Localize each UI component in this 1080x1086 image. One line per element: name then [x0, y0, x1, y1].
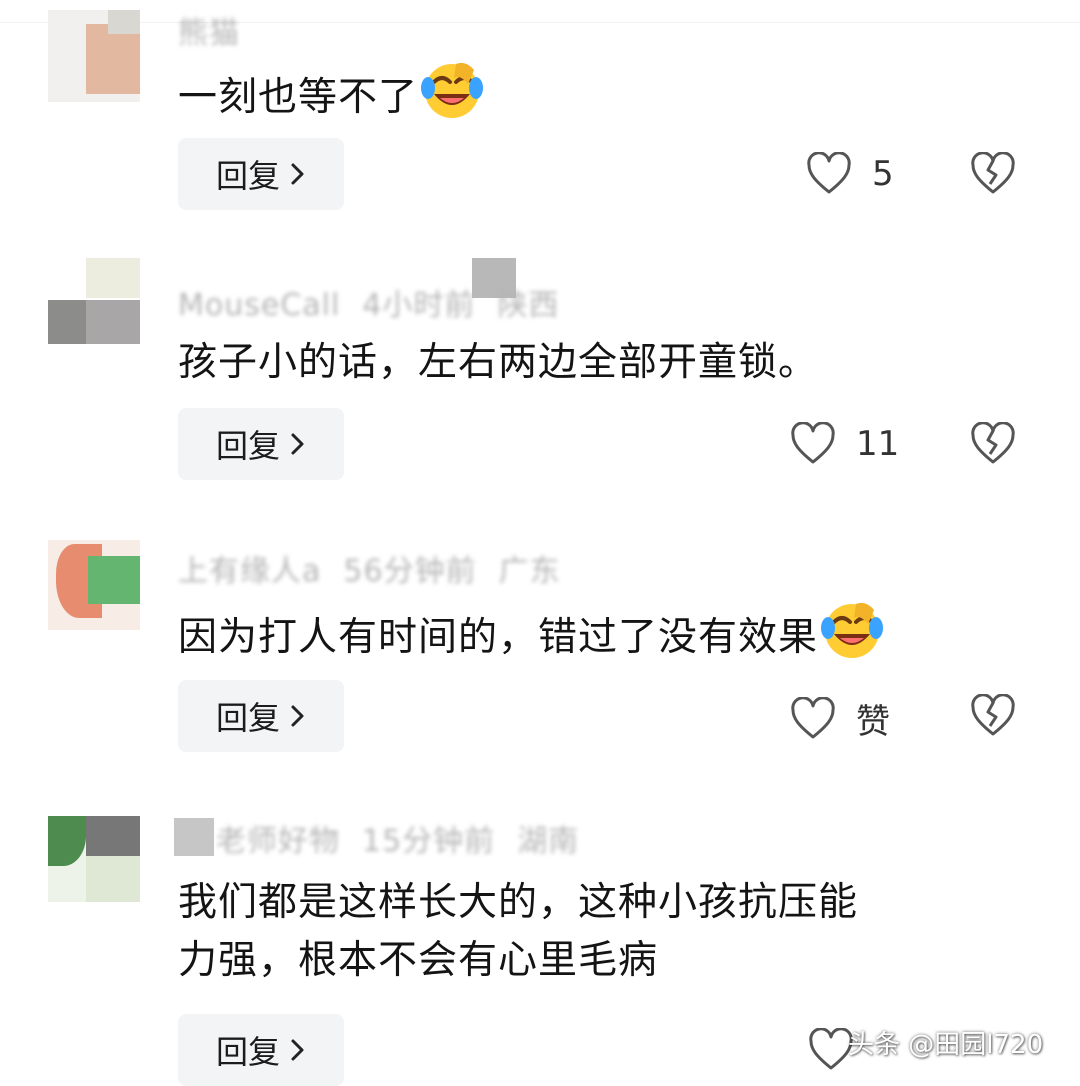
broken-heart-icon[interactable] [970, 422, 1016, 466]
chevron-right-icon [291, 705, 304, 727]
laughing-tears-emoji-icon [421, 62, 484, 118]
reply-button[interactable]: 回复 [178, 408, 344, 480]
chevron-right-icon [291, 163, 304, 185]
reply-button[interactable]: 回复 [178, 1014, 344, 1086]
comment-meta: MouseCall 4小时前 陕西 [178, 280, 559, 324]
location: 湖南 [517, 824, 580, 859]
username[interactable]: 老师好物 [216, 824, 340, 859]
timestamp: 4小时前 [362, 288, 476, 323]
broken-heart-icon[interactable] [970, 152, 1016, 196]
watermark: 头条 @田园l720 [848, 1030, 1044, 1060]
comment-meta: 上有缘人a 56分钟前 广东 [178, 546, 561, 590]
reply-button[interactable]: 回复 [178, 680, 344, 752]
timestamp: 15分钟前 [362, 824, 496, 859]
heart-icon [791, 696, 835, 738]
like-count: 5 [872, 154, 894, 194]
chevron-right-icon [291, 1039, 304, 1061]
reply-button[interactable]: 回复 [178, 138, 344, 210]
location: 陕西 [497, 288, 560, 323]
username[interactable]: 熊猫 [178, 16, 240, 51]
comment-meta: 熊猫 [178, 8, 240, 52]
broken-heart-icon[interactable] [970, 694, 1016, 738]
like-button[interactable]: 5 [806, 152, 894, 196]
avatar[interactable] [48, 10, 140, 102]
timestamp: 56分钟前 [343, 554, 477, 589]
chevron-right-icon [291, 433, 304, 455]
comment-text: 孩子小的话，左右两边全部开童锁。 [178, 340, 819, 385]
comment-text: 因为打人有时间的，错过了没有效果 [178, 598, 1028, 667]
like-count: 11 [856, 424, 900, 464]
heart-icon [807, 152, 851, 194]
avatar[interactable] [48, 540, 140, 630]
like-button[interactable]: 11 [790, 422, 899, 466]
comment-text: 我们都是这样长大的，这种小孩抗压能 力强，根本不会有心里毛病 [178, 880, 859, 983]
comment-text: 一刻也等不了 [178, 58, 1028, 127]
like-button[interactable]: 赞 [790, 694, 890, 743]
heart-icon [791, 422, 835, 464]
username[interactable]: 上有缘人a [178, 554, 321, 589]
blurred-badge [174, 818, 214, 856]
comment-meta: 老师好物 15分钟前 湖南 [216, 816, 579, 860]
username[interactable]: MouseCall [178, 288, 340, 323]
like-count: 赞 [856, 702, 890, 742]
location: 广东 [498, 554, 561, 589]
laughing-tears-emoji-icon [821, 602, 884, 658]
top-divider [0, 22, 1080, 23]
avatar[interactable] [48, 258, 140, 344]
avatar[interactable] [48, 816, 140, 902]
